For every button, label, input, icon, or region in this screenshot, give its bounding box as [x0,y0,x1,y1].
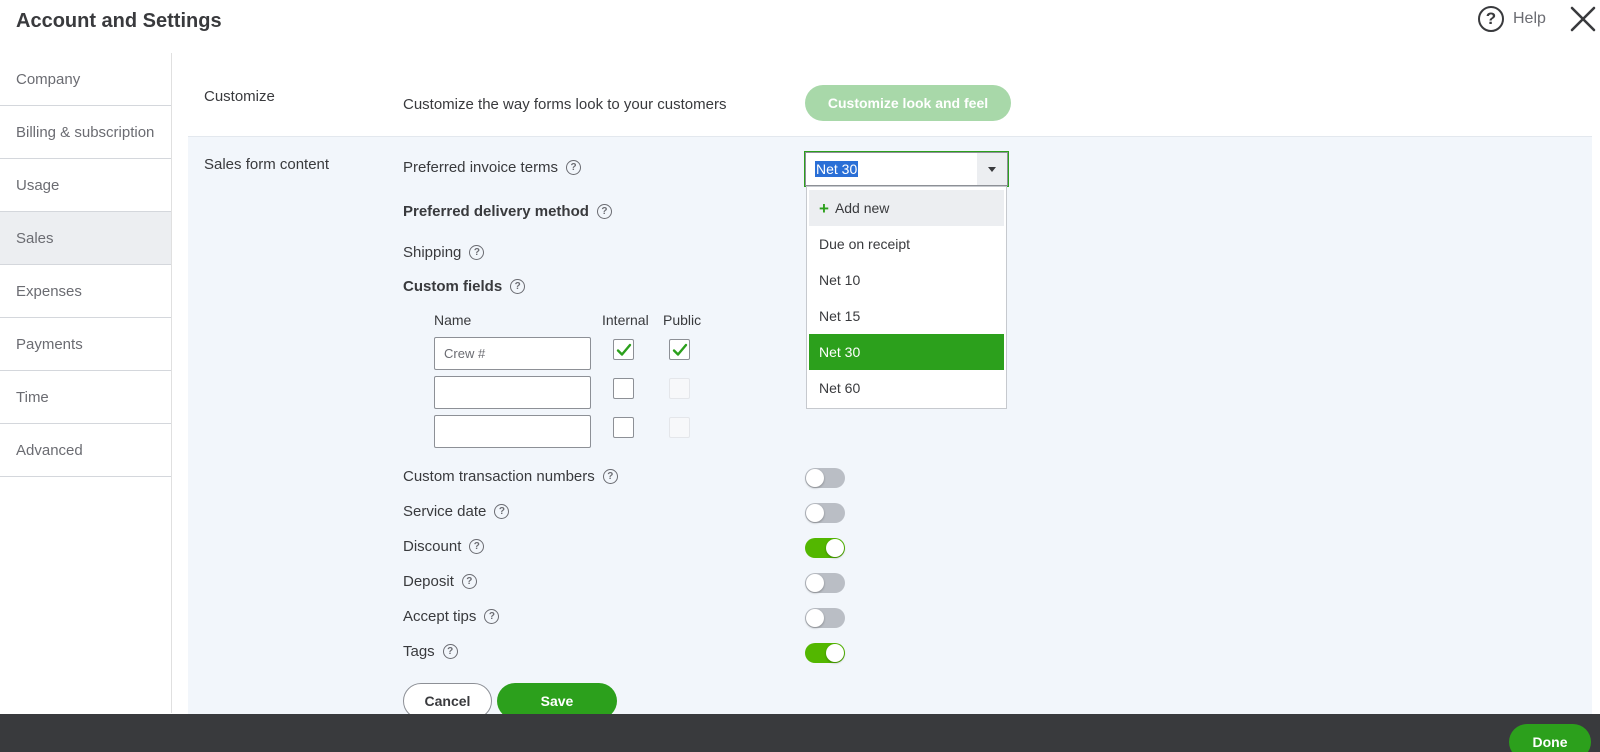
dropdown-option-add-new[interactable]: + Add new [809,190,1004,226]
help-button[interactable]: ? Help [1478,6,1546,32]
question-icon[interactable]: ? [596,204,612,219]
sales-form-content-label: Sales form content [204,156,330,173]
question-icon[interactable]: ? [469,245,485,260]
toggle-knob [806,469,824,487]
dropdown-option-due-on-receipt[interactable]: Due on receipt [809,226,1004,262]
done-button[interactable]: Done [1509,724,1591,752]
toggle-label-text: Tags [403,643,435,660]
service-date-label: Service date ? [403,503,510,520]
custom-field-internal-checkbox-2[interactable] [613,378,634,399]
question-icon[interactable]: ? [494,504,510,519]
invoice-terms-value: Net 30 [815,161,859,177]
question-icon[interactable]: ? [510,279,526,294]
checkmark-icon [672,343,687,356]
custom-fields-label: Custom fields ? [403,278,526,295]
toggle-label-text: Service date [403,503,487,520]
sidebar-item-time[interactable]: Time [0,371,171,424]
custom-field-public-checkbox-3 [669,417,690,438]
custom-field-internal-checkbox-1[interactable] [613,339,634,360]
question-icon[interactable]: ? [602,469,618,484]
custom-field-name-input-2[interactable] [434,376,591,409]
dropdown-option-net-15[interactable]: Net 15 [809,298,1004,334]
invoice-terms-select[interactable]: Net 30 [804,151,1009,187]
toggle-label-text: Deposit [403,573,454,590]
question-icon[interactable]: ? [469,539,485,554]
customize-look-and-feel-button[interactable]: Customize look and feel [805,85,1011,121]
sidebar-item-expenses[interactable]: Expenses [0,265,171,318]
custom-field-internal-checkbox-3[interactable] [613,417,634,438]
sidebar-item-billing[interactable]: Billing & subscription [0,106,171,159]
settings-sidebar: Company Billing & subscription Usage Sal… [0,53,172,713]
dropdown-option-net-10[interactable]: Net 10 [809,262,1004,298]
help-label: Help [1513,10,1546,27]
toggle-knob [806,609,824,627]
toggle-label-text: Accept tips [403,608,477,625]
toggle-knob [826,539,844,557]
toggle-label-text: Custom transaction numbers [403,468,595,485]
sidebar-item-usage[interactable]: Usage [0,159,171,212]
shipping-label: Shipping ? [403,244,485,261]
toggle-label-text: Discount [403,538,462,555]
dropdown-option-net-60[interactable]: Net 60 [809,370,1004,406]
invoice-terms-text: Preferred invoice terms [403,159,559,176]
delivery-method-label: Preferred delivery method ? [403,203,612,220]
sidebar-item-advanced[interactable]: Advanced [0,424,171,477]
discount-toggle[interactable] [805,538,845,558]
accept-tips-toggle[interactable] [805,608,845,628]
tags-label: Tags ? [403,643,458,660]
close-icon[interactable] [1568,4,1598,34]
deposit-label: Deposit ? [403,573,477,590]
sidebar-item-payments[interactable]: Payments [0,318,171,371]
sidebar-item-company[interactable]: Company [0,53,171,106]
plus-icon: + [819,198,829,218]
discount-label: Discount ? [403,538,485,555]
custom-field-public-checkbox-1[interactable] [669,339,690,360]
question-icon[interactable]: ? [484,609,500,624]
sidebar-item-sales[interactable]: Sales [0,212,171,265]
footer-bar [0,714,1600,752]
custom-fields-text: Custom fields [403,278,503,295]
delivery-method-text: Preferred delivery method [403,203,589,220]
dropdown-option-label: Add new [834,200,890,216]
column-header-name: Name [434,312,472,328]
caret-down-icon[interactable] [977,153,1007,185]
invoice-terms-label: Preferred invoice terms ? [403,159,582,176]
column-header-internal: Internal [602,312,649,328]
shipping-text: Shipping [403,244,462,261]
customize-description: Customize the way forms look to your cus… [403,96,727,113]
page-title: Account and Settings [16,10,222,32]
toggle-knob [826,644,844,662]
toggle-knob [806,504,824,522]
tags-toggle[interactable] [805,643,845,663]
custom-transaction-numbers-label: Custom transaction numbers ? [403,468,618,485]
custom-field-name-input-1[interactable] [434,337,591,370]
question-icon[interactable]: ? [461,574,477,589]
customize-section-label: Customize [204,88,275,105]
toggle-knob [806,574,824,592]
invoice-terms-dropdown: + Add new Due on receipt Net 10 Net 15 N… [806,186,1007,409]
custom-transaction-numbers-toggle[interactable] [805,468,845,488]
question-circle-icon: ? [1478,6,1504,32]
column-header-public: Public [663,312,702,328]
checkmark-icon [616,343,631,356]
dropdown-option-net-30[interactable]: Net 30 [809,334,1004,370]
deposit-toggle[interactable] [805,573,845,593]
service-date-toggle[interactable] [805,503,845,523]
custom-field-public-checkbox-2 [669,378,690,399]
accept-tips-label: Accept tips ? [403,608,500,625]
custom-field-name-input-3[interactable] [434,415,591,448]
question-icon[interactable]: ? [442,644,458,659]
question-icon[interactable]: ? [566,160,582,175]
